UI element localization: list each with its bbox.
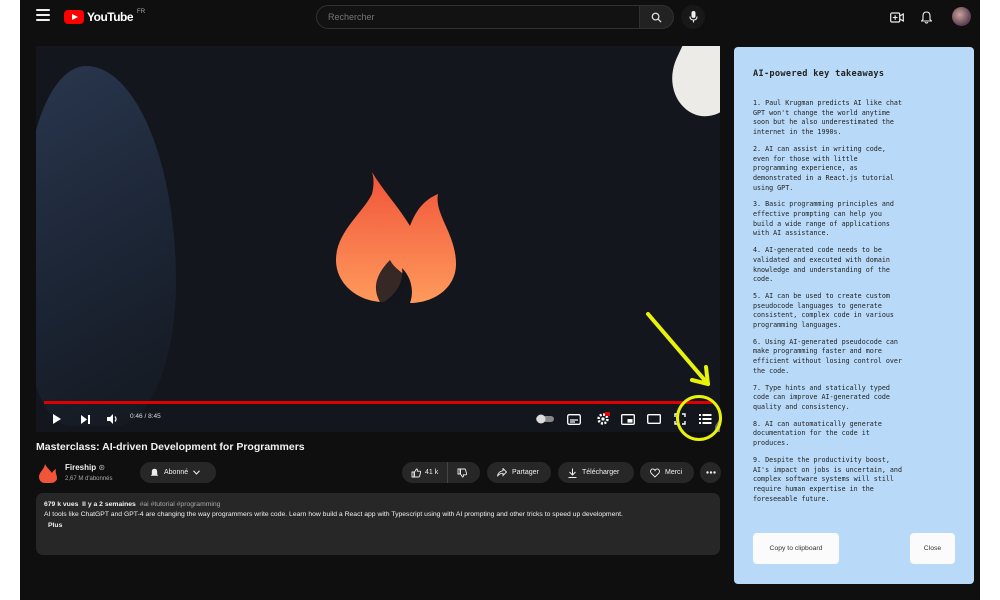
- volume-icon: [106, 414, 117, 424]
- list-icon: [698, 414, 711, 424]
- thanks-label: Merci: [665, 469, 683, 476]
- takeaway-item: 7. Type hints and statically typed code …: [753, 383, 890, 411]
- description-box[interactable]: 679 k vues Il y a 2 semaines #ai #tutori…: [36, 493, 720, 555]
- more-horizontal-icon: [705, 471, 716, 474]
- description-text: AI tools like ChatGPT and GPT-4 are chan…: [44, 511, 623, 518]
- microphone-icon: [688, 11, 698, 23]
- search-button[interactable]: [640, 5, 674, 29]
- close-button[interactable]: Close: [910, 533, 955, 564]
- thanks-button[interactable]: Merci: [640, 462, 694, 483]
- takeaway-item: 4. AI-generated code needs to be validat…: [753, 246, 890, 284]
- takeaway-item: 3. Basic programming principles and effe…: [753, 200, 894, 238]
- play-button[interactable]: [50, 410, 64, 428]
- subscriber-count: 2,67 M d'abonnés: [65, 476, 113, 482]
- create-button[interactable]: [888, 8, 906, 26]
- theater-mode-icon: [647, 414, 661, 424]
- youtube-logo[interactable]: YouTube FR: [64, 9, 145, 25]
- notifications-button[interactable]: [917, 8, 935, 26]
- create-video-icon: [890, 11, 904, 23]
- like-count: 41 k: [425, 469, 439, 476]
- autoplay-toggle[interactable]: [534, 410, 556, 428]
- takeaways-list: 1. Paul Krugman predicts AI like chat GP…: [753, 99, 958, 511]
- takeaway-item: 1. Paul Krugman predicts AI like chat GP…: [753, 99, 902, 137]
- next-button[interactable]: [78, 410, 92, 428]
- subscribe-button[interactable]: Abonné: [140, 462, 216, 483]
- settings-button[interactable]: [594, 410, 612, 428]
- gear-icon: [597, 412, 610, 425]
- voice-search-button[interactable]: [681, 5, 705, 29]
- skip-next-icon: [80, 414, 90, 424]
- logo-text: YouTube: [87, 10, 134, 24]
- bell-icon: [920, 10, 932, 24]
- channel-name-text: Fireship: [65, 463, 97, 472]
- play-logo-icon: [64, 10, 84, 24]
- background-shape: [36, 66, 176, 426]
- takeaway-item: 8. AI can automatically generate documen…: [753, 419, 882, 448]
- share-button[interactable]: Partager: [487, 462, 551, 483]
- youtube-window: YouTube FR Rechercher 0:46 / 8:45 Master…: [20, 0, 980, 600]
- like-button[interactable]: 41 k: [402, 462, 449, 483]
- download-icon: [568, 468, 577, 478]
- key-takeaways-button[interactable]: [696, 410, 714, 428]
- search-input[interactable]: [316, 5, 640, 29]
- menu-icon[interactable]: [36, 9, 50, 21]
- verified-icon: ⊛: [98, 463, 106, 472]
- fireship-flame-icon: [336, 172, 456, 303]
- channel-name[interactable]: Fireship ⊛: [65, 463, 105, 472]
- more-actions-button[interactable]: [700, 462, 721, 483]
- play-icon: [53, 414, 61, 424]
- show-more-button[interactable]: Plus: [48, 521, 712, 531]
- thumbs-up-icon: [411, 468, 421, 477]
- player-controls: 0:46 / 8:45: [36, 406, 720, 432]
- avatar[interactable]: [952, 7, 971, 26]
- time-display: 0:46 / 8:45: [130, 413, 161, 420]
- background-shape: [658, 46, 720, 128]
- upload-date: Il y a 2 semaines: [82, 501, 136, 508]
- like-dislike-group: 41 k: [402, 462, 480, 483]
- bell-icon: [150, 468, 159, 476]
- view-count: 679 k vues: [44, 501, 79, 508]
- takeaway-item: 9. Despite the productivity boost, AI's …: [753, 455, 902, 503]
- download-label: Télécharger: [582, 469, 620, 476]
- channel-avatar[interactable]: [38, 463, 58, 483]
- subtitles-icon: [567, 413, 581, 425]
- search-icon: [651, 12, 662, 23]
- top-bar: YouTube FR: [20, 0, 980, 34]
- fullscreen-icon: [674, 413, 686, 425]
- download-button[interactable]: Télécharger: [558, 462, 634, 483]
- share-icon: [497, 468, 507, 477]
- hashtags[interactable]: #ai #tutorial #programming: [140, 501, 221, 508]
- dislike-button[interactable]: [448, 462, 476, 483]
- share-label: Partager: [512, 469, 539, 476]
- fullscreen-button[interactable]: [672, 410, 688, 428]
- thumbs-down-icon: [457, 468, 468, 477]
- panel-title: AI-powered key takeaways: [753, 69, 885, 79]
- takeaway-item: 6. Using AI-generated pseudocode can mak…: [753, 337, 902, 375]
- takeaway-item: 2. AI can assist in writing code, even f…: [753, 144, 894, 192]
- video-title: Masterclass: AI-driven Development for P…: [36, 441, 305, 453]
- key-takeaways-panel: AI-powered key takeaways 1. Paul Krugman…: [734, 47, 974, 584]
- subtitles-button[interactable]: [566, 410, 582, 428]
- description-meta: 679 k vues Il y a 2 semaines #ai #tutori…: [44, 500, 712, 510]
- theater-mode-button[interactable]: [646, 410, 662, 428]
- volume-button[interactable]: [104, 410, 120, 428]
- video-player[interactable]: 0:46 / 8:45: [36, 46, 720, 432]
- autoplay-toggle-icon: [536, 414, 554, 424]
- copy-to-clipboard-button[interactable]: Copy to clipboard: [753, 533, 839, 564]
- country-code: FR: [137, 9, 146, 15]
- takeaway-item: 5. AI can be used to create custom pseud…: [753, 291, 894, 330]
- subscribe-label: Abonné: [164, 469, 189, 476]
- super-thanks-icon: [650, 467, 660, 478]
- miniplayer-icon: [621, 413, 635, 425]
- miniplayer-button[interactable]: [620, 410, 636, 428]
- progress-bar[interactable]: [44, 401, 712, 404]
- chevron-down-icon: [193, 470, 201, 475]
